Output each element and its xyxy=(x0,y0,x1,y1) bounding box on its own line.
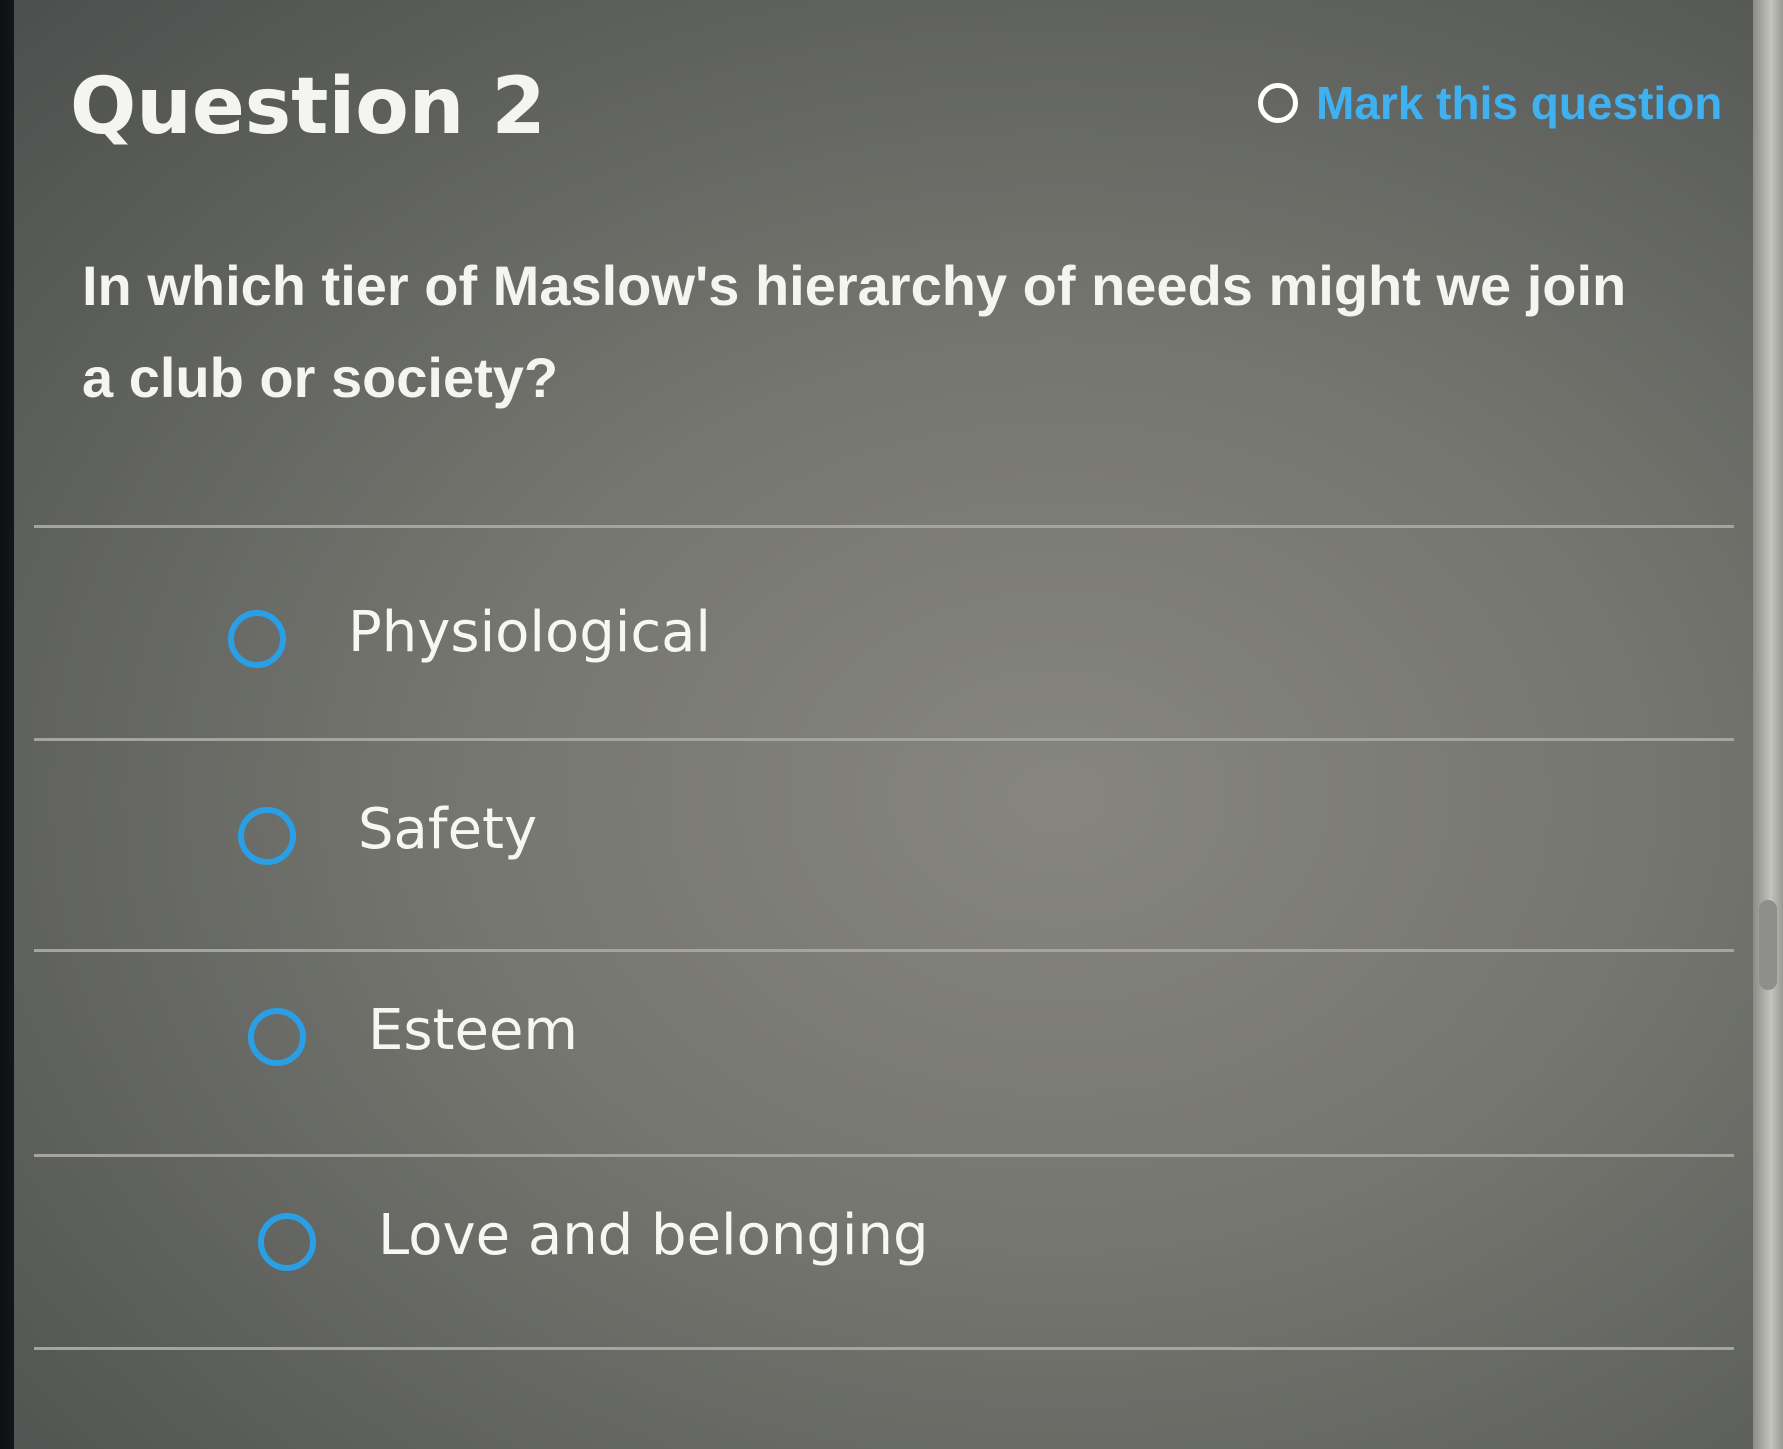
answer-option-label[interactable]: Safety xyxy=(358,797,537,862)
scrollbar-track[interactable] xyxy=(1753,0,1783,1449)
radio-icon[interactable] xyxy=(238,807,296,865)
question-header: Question 2 Mark this question xyxy=(14,0,1754,220)
question-text: In which tier of Maslow's hierarchy of n… xyxy=(82,254,1627,409)
mark-radio-icon[interactable] xyxy=(1258,83,1298,123)
radio-icon[interactable] xyxy=(258,1213,316,1271)
scrollbar-thumb[interactable] xyxy=(1759,900,1777,990)
answer-option-label[interactable]: Esteem xyxy=(368,998,578,1063)
answer-option-physiological[interactable]: Physiological xyxy=(34,525,1734,738)
answer-option-safety[interactable]: Safety xyxy=(34,738,1734,949)
question-panel: Question 2 Mark this question In which t… xyxy=(14,0,1754,1449)
mark-question-toggle[interactable]: Mark this question xyxy=(1258,76,1722,130)
answer-option-love-and-belonging[interactable]: Love and belonging xyxy=(34,1154,1734,1350)
question-title: Question 2 xyxy=(70,62,546,152)
answer-option-esteem[interactable]: Esteem xyxy=(34,949,1734,1154)
answer-option-label[interactable]: Physiological xyxy=(348,600,711,665)
mark-question-label[interactable]: Mark this question xyxy=(1316,76,1722,130)
answer-options: Physiological Safety Esteem Love and bel… xyxy=(34,525,1734,1350)
answer-option-label[interactable]: Love and belonging xyxy=(378,1203,928,1268)
radio-icon[interactable] xyxy=(248,1008,306,1066)
radio-icon[interactable] xyxy=(228,610,286,668)
